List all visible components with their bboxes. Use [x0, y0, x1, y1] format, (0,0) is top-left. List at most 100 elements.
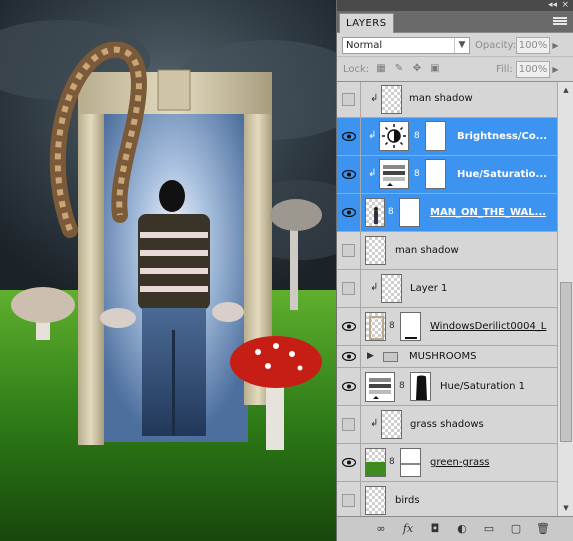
layer-row[interactable]: 8 MAN_ON_THE_WAL...: [337, 194, 557, 232]
eye-icon[interactable]: [342, 382, 356, 391]
visibility-toggle[interactable]: [337, 482, 361, 516]
lock-position-icon[interactable]: ✥: [411, 63, 423, 75]
link-layers-icon[interactable]: ∞: [373, 522, 389, 536]
fill-arrow-icon[interactable]: ▶: [550, 61, 561, 78]
visibility-toggle[interactable]: [337, 406, 361, 443]
eye-icon[interactable]: [342, 458, 356, 467]
trash-icon[interactable]: 🗑: [535, 522, 551, 536]
lock-transparency-icon[interactable]: ▦: [375, 63, 387, 75]
layer-name[interactable]: Hue/Saturation 1: [440, 381, 525, 392]
expand-arrow-icon[interactable]: ▶: [367, 351, 374, 361]
opacity-label: Opacity:: [475, 40, 517, 51]
group-icon[interactable]: ▭: [481, 522, 497, 536]
document-canvas[interactable]: [0, 0, 336, 541]
layer-row[interactable]: ↲ grass shadows: [337, 406, 557, 444]
layer-row[interactable]: man shadow: [337, 232, 557, 270]
layer-thumbnail: [365, 312, 386, 341]
panel-title-strip: ◂◂ ×: [337, 0, 573, 11]
link-icon[interactable]: 8: [389, 457, 395, 467]
layer-row[interactable]: 8 WindowsDerilict0004_L: [337, 308, 557, 346]
add-mask-icon[interactable]: ◘: [427, 522, 443, 536]
layer-mask-thumbnail[interactable]: [425, 121, 446, 151]
lock-all-icon[interactable]: ▣: [429, 63, 441, 75]
layer-mask-thumbnail[interactable]: [399, 198, 420, 227]
visibility-toggle[interactable]: [337, 118, 361, 155]
blend-options-row: Normal ▼ Opacity: 100% ▶: [337, 33, 573, 57]
layer-mask-thumbnail[interactable]: [400, 448, 421, 477]
visibility-toggle[interactable]: [337, 82, 361, 117]
scroll-up-icon[interactable]: ▲: [560, 84, 572, 96]
new-layer-icon[interactable]: ▢: [508, 522, 524, 536]
layer-row[interactable]: 8 green-grass: [337, 444, 557, 482]
folder-icon: [383, 352, 398, 362]
tab-layers[interactable]: LAYERS: [339, 13, 394, 33]
layer-name[interactable]: Layer 1: [410, 283, 447, 294]
layer-name[interactable]: MAN_ON_THE_WAL...: [430, 207, 546, 218]
link-icon[interactable]: 8: [399, 381, 405, 391]
layers-panel: ◂◂ × LAYERS Normal ▼ Opacity: 100% ▶ Loc…: [336, 0, 573, 541]
link-icon[interactable]: 8: [389, 321, 395, 331]
layer-name[interactable]: man shadow: [395, 245, 459, 256]
visibility-toggle[interactable]: [337, 232, 361, 269]
layer-thumbnail: [365, 448, 386, 477]
visibility-toggle[interactable]: [337, 194, 361, 231]
panel-menu-icon[interactable]: [553, 16, 567, 27]
layer-mask-thumbnail[interactable]: [400, 312, 421, 341]
panel-footer: ∞ fx ◘ ◐ ▭ ▢ 🗑: [337, 516, 573, 541]
scrollbar-thumb[interactable]: [560, 282, 572, 442]
layer-mask-thumbnail[interactable]: [410, 372, 431, 401]
visibility-toggle[interactable]: [337, 308, 361, 345]
fx-icon[interactable]: fx: [400, 522, 416, 536]
hidden-box-icon[interactable]: [342, 494, 355, 507]
adjustment-icon[interactable]: ◐: [454, 522, 470, 536]
layers-scrollbar[interactable]: ▲ ▼: [557, 82, 573, 516]
layer-row[interactable]: 8 Hue/Saturation 1: [337, 368, 557, 406]
layer-name[interactable]: green-grass: [430, 457, 490, 468]
layer-name[interactable]: grass shadows: [410, 419, 484, 430]
hidden-box-icon[interactable]: [342, 418, 355, 431]
layer-name[interactable]: man shadow: [409, 93, 473, 104]
blend-mode-select[interactable]: Normal ▼: [342, 37, 470, 54]
layer-row[interactable]: ↲ Layer 1: [337, 270, 557, 308]
layer-row[interactable]: ↲ man shadow: [337, 82, 557, 118]
layer-name[interactable]: WindowsDerilict0004_L: [430, 321, 546, 332]
hidden-box-icon[interactable]: [342, 282, 355, 295]
eye-icon[interactable]: [342, 132, 356, 141]
eye-icon[interactable]: [342, 322, 356, 331]
layer-row[interactable]: ↲ 8 Brightness/Co...: [337, 118, 557, 156]
opacity-input[interactable]: 100%: [516, 37, 550, 54]
eye-icon[interactable]: [342, 352, 356, 361]
layer-name[interactable]: birds: [395, 495, 420, 506]
layer-group-row[interactable]: ▶ MUSHROOMS: [337, 346, 557, 368]
link-icon[interactable]: 8: [388, 207, 394, 217]
close-icon[interactable]: ×: [561, 0, 569, 11]
opacity-arrow-icon[interactable]: ▶: [550, 37, 561, 54]
eye-icon[interactable]: [342, 170, 356, 179]
tab-bar: LAYERS: [337, 11, 573, 33]
scroll-down-icon[interactable]: ▼: [560, 502, 572, 514]
visibility-toggle[interactable]: [337, 346, 361, 367]
link-icon[interactable]: 8: [414, 169, 420, 179]
hidden-box-icon[interactable]: [342, 93, 355, 106]
fill-input[interactable]: 100%: [516, 61, 550, 78]
layer-row[interactable]: ↲ 8 Hue/Saturatio...: [337, 156, 557, 194]
lock-pixels-icon[interactable]: ✎: [393, 63, 405, 75]
clip-arrow-icon: ↲: [370, 418, 379, 429]
visibility-toggle[interactable]: [337, 368, 361, 405]
clip-arrow-icon: ↲: [370, 282, 379, 293]
visibility-toggle[interactable]: [337, 270, 361, 307]
layer-thumbnail: [365, 236, 386, 265]
fill-label: Fill:: [496, 64, 513, 75]
visibility-toggle[interactable]: [337, 444, 361, 481]
link-icon[interactable]: 8: [414, 131, 420, 141]
eye-icon[interactable]: [342, 208, 356, 217]
layer-name[interactable]: MUSHROOMS: [409, 351, 476, 362]
collapse-icon[interactable]: ◂◂: [548, 0, 557, 11]
layers-list[interactable]: ↲ man shadow ↲ 8 Brightness/Co... ↲ 8 Hu…: [337, 82, 557, 516]
layer-name[interactable]: Hue/Saturatio...: [457, 169, 547, 180]
layer-name[interactable]: Brightness/Co...: [457, 131, 547, 142]
layer-mask-thumbnail[interactable]: [425, 159, 446, 189]
hidden-box-icon[interactable]: [342, 244, 355, 257]
visibility-toggle[interactable]: [337, 156, 361, 193]
layer-row[interactable]: birds: [337, 482, 557, 516]
